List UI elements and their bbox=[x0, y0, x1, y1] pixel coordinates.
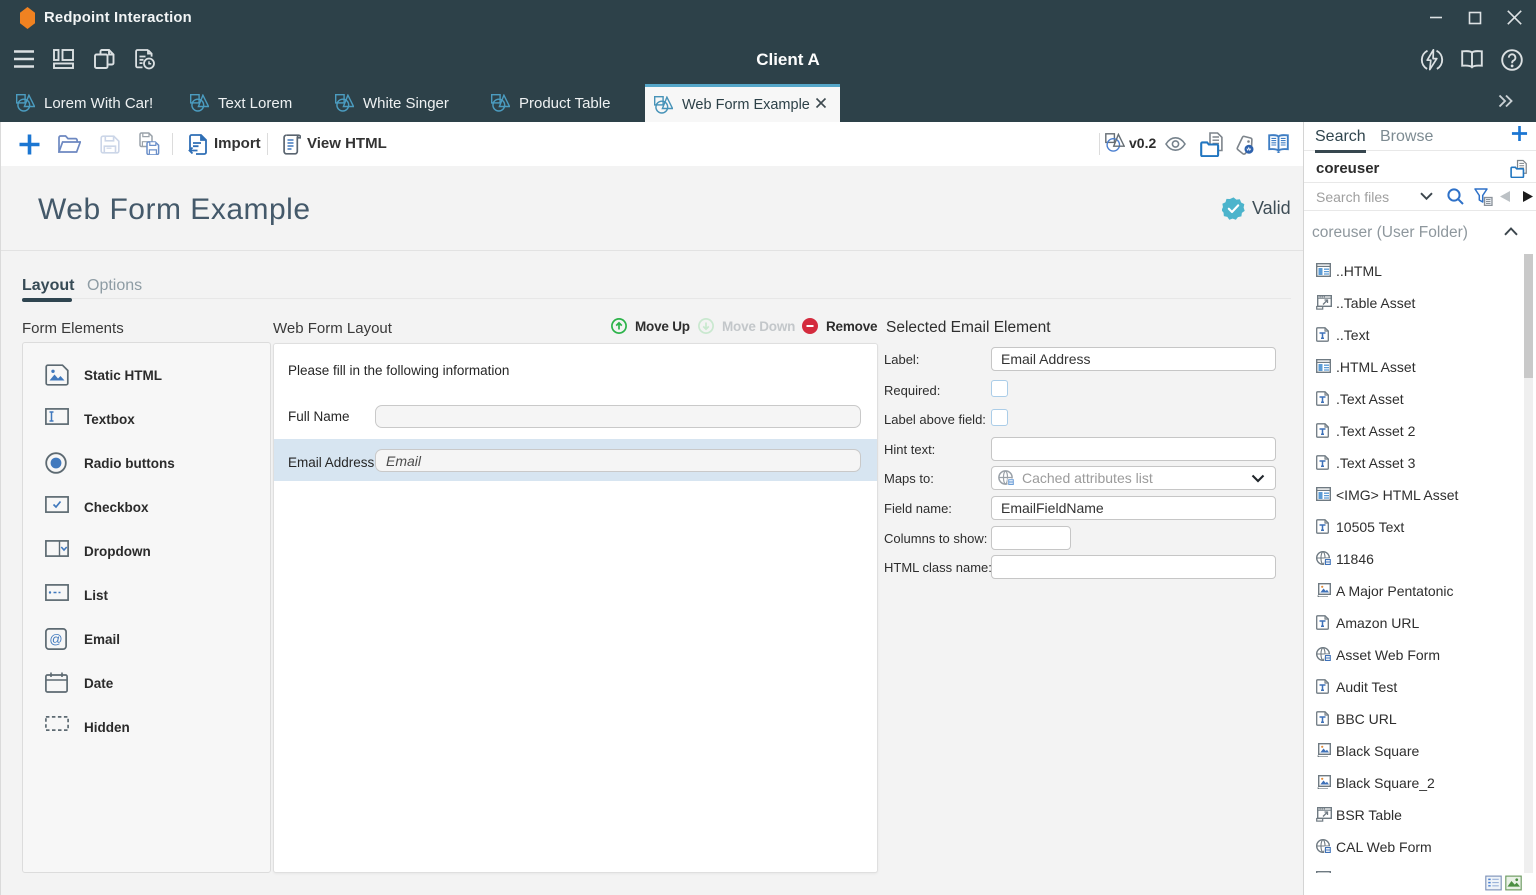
svg-text:@: @ bbox=[49, 632, 62, 647]
